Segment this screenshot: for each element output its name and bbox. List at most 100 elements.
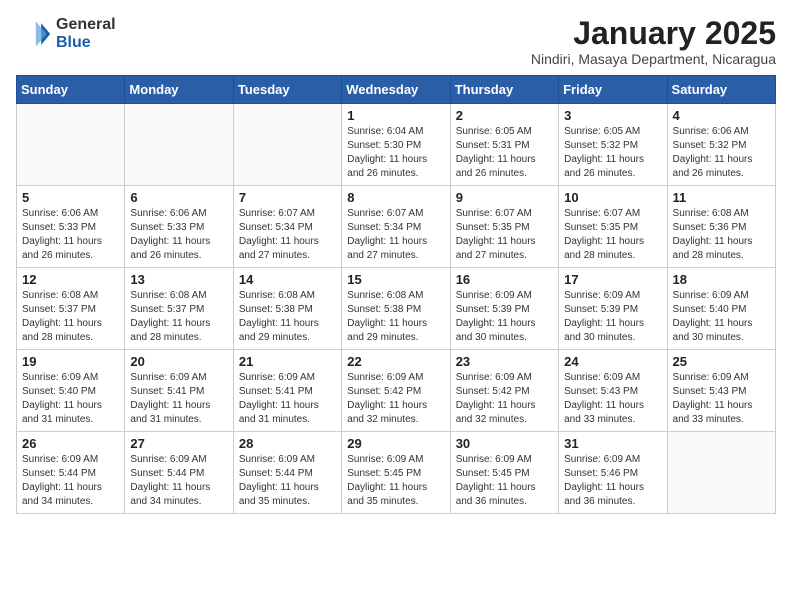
calendar-cell: 2 Sunrise: 6:05 AMSunset: 5:31 PMDaylight…	[450, 104, 558, 186]
calendar-cell: 15 Sunrise: 6:08 AMSunset: 5:38 PMDayligh…	[342, 268, 450, 350]
day-number: 7	[239, 190, 336, 205]
calendar-cell: 27 Sunrise: 6:09 AMSunset: 5:44 PMDayligh…	[125, 432, 233, 514]
day-number: 2	[456, 108, 553, 123]
calendar-cell: 30Sunrise: 6:09 AMSunset: 5:45 PMDayligh…	[450, 432, 558, 514]
day-number: 6	[130, 190, 227, 205]
day-info: Sunrise: 6:07 AMSunset: 5:34 PMDaylight:…	[347, 207, 444, 263]
calendar-cell: 9 Sunrise: 6:07 AMSunset: 5:35 PMDaylight…	[450, 186, 558, 268]
day-info: Sunrise: 6:09 AMSunset: 5:43 PMDaylight:…	[564, 371, 661, 427]
weekday-header: Monday	[125, 76, 233, 104]
day-info: Sunrise: 6:06 AMSunset: 5:33 PMDaylight:…	[22, 207, 119, 263]
day-info: Sunrise: 6:09 AMSunset: 5:44 PMDaylight:…	[22, 453, 119, 509]
calendar-cell: 23 Sunrise: 6:09 AMSunset: 5:42 PMDayligh…	[450, 350, 558, 432]
calendar-cell: 5 Sunrise: 6:06 AMSunset: 5:33 PMDaylight…	[17, 186, 125, 268]
day-info: Sunrise: 6:09 AMSunset: 5:42 PMDaylight:…	[347, 371, 444, 427]
calendar-cell: 16 Sunrise: 6:09 AMSunset: 5:39 PMDayligh…	[450, 268, 558, 350]
calendar-cell: 26Sunrise: 6:09 AMSunset: 5:44 PMDayligh…	[17, 432, 125, 514]
calendar-cell: 18Sunrise: 6:09 AMSunset: 5:40 PMDayligh…	[667, 268, 775, 350]
calendar-week-row: 12 Sunrise: 6:08 AMSunset: 5:37 PMDayligh…	[17, 268, 776, 350]
day-number: 12	[22, 272, 119, 287]
day-info: Sunrise: 6:07 AMSunset: 5:35 PMDaylight:…	[456, 207, 553, 263]
day-info: Sunrise: 6:05 AMSunset: 5:32 PMDaylight:…	[564, 125, 661, 181]
day-number: 1	[347, 108, 444, 123]
day-number: 14	[239, 272, 336, 287]
title-block: January 2025 Nindiri, Masaya Department,…	[531, 16, 776, 67]
day-number: 9	[456, 190, 553, 205]
calendar-cell: 20Sunrise: 6:09 AMSunset: 5:41 PMDayligh…	[125, 350, 233, 432]
day-info: Sunrise: 6:08 AMSunset: 5:37 PMDaylight:…	[130, 289, 227, 345]
day-info: Sunrise: 6:09 AMSunset: 5:42 PMDaylight:…	[456, 371, 553, 427]
day-number: 23	[456, 354, 553, 369]
calendar-cell: 7Sunrise: 6:07 AMSunset: 5:34 PMDaylight…	[233, 186, 341, 268]
day-number: 31	[564, 436, 661, 451]
calendar-cell	[125, 104, 233, 186]
calendar-cell: 29Sunrise: 6:09 AMSunset: 5:45 PMDayligh…	[342, 432, 450, 514]
calendar-cell: 14 Sunrise: 6:08 AMSunset: 5:38 PMDayligh…	[233, 268, 341, 350]
logo: General Blue	[16, 16, 116, 52]
day-number: 17	[564, 272, 661, 287]
day-info: Sunrise: 6:08 AMSunset: 5:37 PMDaylight:…	[22, 289, 119, 345]
day-number: 22	[347, 354, 444, 369]
calendar-cell	[667, 432, 775, 514]
calendar-cell: 10 Sunrise: 6:07 AMSunset: 5:35 PMDayligh…	[559, 186, 667, 268]
day-info: Sunrise: 6:08 AMSunset: 5:38 PMDaylight:…	[347, 289, 444, 345]
weekday-header: Thursday	[450, 76, 558, 104]
weekday-header: Sunday	[17, 76, 125, 104]
day-number: 5	[22, 190, 119, 205]
day-info: Sunrise: 6:08 AMSunset: 5:38 PMDaylight:…	[239, 289, 336, 345]
calendar-cell: 1Sunrise: 6:04 AMSunset: 5:30 PMDaylight…	[342, 104, 450, 186]
calendar-cell: 25 Sunrise: 6:09 AMSunset: 5:43 PMDayligh…	[667, 350, 775, 432]
day-number: 25	[673, 354, 770, 369]
calendar-cell: 11Sunrise: 6:08 AMSunset: 5:36 PMDayligh…	[667, 186, 775, 268]
day-number: 16	[456, 272, 553, 287]
day-number: 15	[347, 272, 444, 287]
day-info: Sunrise: 6:08 AMSunset: 5:36 PMDaylight:…	[673, 207, 770, 263]
day-info: Sunrise: 6:09 AMSunset: 5:41 PMDaylight:…	[130, 371, 227, 427]
logo-text: General Blue	[56, 16, 116, 52]
day-info: Sunrise: 6:09 AMSunset: 5:39 PMDaylight:…	[456, 289, 553, 345]
calendar-cell: 21 Sunrise: 6:09 AMSunset: 5:41 PMDayligh…	[233, 350, 341, 432]
location: Nindiri, Masaya Department, Nicaragua	[531, 51, 776, 67]
day-info: Sunrise: 6:09 AMSunset: 5:41 PMDaylight:…	[239, 371, 336, 427]
day-number: 21	[239, 354, 336, 369]
weekday-header: Tuesday	[233, 76, 341, 104]
day-number: 8	[347, 190, 444, 205]
day-info: Sunrise: 6:09 AMSunset: 5:46 PMDaylight:…	[564, 453, 661, 509]
weekday-header: Saturday	[667, 76, 775, 104]
day-number: 28	[239, 436, 336, 451]
day-info: Sunrise: 6:09 AMSunset: 5:40 PMDaylight:…	[673, 289, 770, 345]
calendar-week-row: 26Sunrise: 6:09 AMSunset: 5:44 PMDayligh…	[17, 432, 776, 514]
logo-icon	[16, 16, 52, 52]
calendar-cell: 31 Sunrise: 6:09 AMSunset: 5:46 PMDayligh…	[559, 432, 667, 514]
calendar-cell	[233, 104, 341, 186]
day-info: Sunrise: 6:05 AMSunset: 5:31 PMDaylight:…	[456, 125, 553, 181]
day-number: 4	[673, 108, 770, 123]
calendar-week-row: 1Sunrise: 6:04 AMSunset: 5:30 PMDaylight…	[17, 104, 776, 186]
day-info: Sunrise: 6:06 AMSunset: 5:33 PMDaylight:…	[130, 207, 227, 263]
calendar-cell	[17, 104, 125, 186]
calendar-cell: 17Sunrise: 6:09 AMSunset: 5:39 PMDayligh…	[559, 268, 667, 350]
day-info: Sunrise: 6:06 AMSunset: 5:32 PMDaylight:…	[673, 125, 770, 181]
calendar-cell: 6 Sunrise: 6:06 AMSunset: 5:33 PMDaylight…	[125, 186, 233, 268]
calendar-cell: 8 Sunrise: 6:07 AMSunset: 5:34 PMDaylight…	[342, 186, 450, 268]
day-info: Sunrise: 6:09 AMSunset: 5:44 PMDaylight:…	[130, 453, 227, 509]
day-info: Sunrise: 6:09 AMSunset: 5:45 PMDaylight:…	[347, 453, 444, 509]
day-number: 13	[130, 272, 227, 287]
day-number: 24	[564, 354, 661, 369]
calendar-cell: 28 Sunrise: 6:09 AMSunset: 5:44 PMDayligh…	[233, 432, 341, 514]
calendar-header-row: SundayMondayTuesdayWednesdayThursdayFrid…	[17, 76, 776, 104]
calendar-cell: 12 Sunrise: 6:08 AMSunset: 5:37 PMDayligh…	[17, 268, 125, 350]
day-number: 10	[564, 190, 661, 205]
day-info: Sunrise: 6:09 AMSunset: 5:44 PMDaylight:…	[239, 453, 336, 509]
day-number: 19	[22, 354, 119, 369]
month-title: January 2025	[531, 16, 776, 51]
logo-blue: Blue	[56, 34, 116, 52]
weekday-header: Wednesday	[342, 76, 450, 104]
calendar-table: SundayMondayTuesdayWednesdayThursdayFrid…	[16, 75, 776, 514]
day-info: Sunrise: 6:09 AMSunset: 5:43 PMDaylight:…	[673, 371, 770, 427]
day-info: Sunrise: 6:07 AMSunset: 5:35 PMDaylight:…	[564, 207, 661, 263]
calendar-cell: 3Sunrise: 6:05 AMSunset: 5:32 PMDaylight…	[559, 104, 667, 186]
day-number: 30	[456, 436, 553, 451]
day-info: Sunrise: 6:09 AMSunset: 5:40 PMDaylight:…	[22, 371, 119, 427]
day-number: 27	[130, 436, 227, 451]
